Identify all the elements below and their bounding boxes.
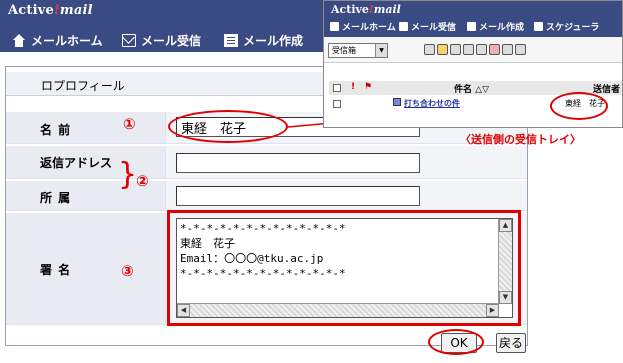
- message-subject[interactable]: 打ち合わせの件: [404, 98, 460, 109]
- folder-icon[interactable]: [437, 44, 448, 55]
- envelope-icon: [399, 22, 408, 31]
- column-subject-label: 件名: [454, 85, 473, 95]
- spam-icon[interactable]: [489, 44, 500, 55]
- trash-icon[interactable]: [515, 44, 526, 55]
- inset-nav-receive[interactable]: メール受信: [399, 20, 456, 33]
- inset-logo-mail: mail: [373, 3, 401, 16]
- column-sender[interactable]: 送信者: [593, 82, 620, 95]
- tray-caption: 〈送信側の受信トレイ〉: [460, 133, 581, 146]
- move-icon[interactable]: [424, 44, 435, 55]
- inset-header: Active!mail メールホーム メール受信 メール作成 スケジューラ: [324, 1, 622, 37]
- inset-nav-compose-label: メール作成: [479, 23, 525, 33]
- message-checkbox[interactable]: [333, 100, 341, 108]
- home-icon: [330, 22, 339, 31]
- inset-nav-scheduler-label: スケジューラ: [546, 23, 600, 33]
- block-icon[interactable]: [502, 44, 513, 55]
- select-all-checkbox[interactable]: [333, 84, 341, 92]
- column-subject[interactable]: 件名 △▽: [454, 82, 489, 95]
- folder-select-value: 受信箱: [332, 46, 356, 55]
- save-icon[interactable]: [476, 44, 487, 55]
- flag-icon: ⚑: [364, 82, 373, 92]
- compose-icon: [467, 22, 476, 31]
- copy-icon[interactable]: [450, 44, 461, 55]
- print-icon[interactable]: [463, 44, 474, 55]
- mail-icon: [393, 98, 401, 106]
- calendar-icon: [534, 22, 543, 31]
- sort-icon[interactable]: △▽: [475, 85, 489, 95]
- inset-logo-main: Active: [331, 3, 369, 16]
- annotation-oval-sender: [550, 92, 608, 120]
- inset-nav-scheduler[interactable]: スケジューラ: [534, 20, 599, 33]
- inset-toolbar: 受信箱 ▼: [324, 37, 622, 63]
- priority-icon: !: [351, 82, 356, 92]
- inset-nav-home-label: メールホーム: [342, 23, 396, 33]
- inset-nav-receive-label: メール受信: [411, 23, 457, 33]
- inset-logo: Active!mail: [331, 3, 401, 16]
- inset-nav-home[interactable]: メールホーム: [330, 20, 396, 33]
- chevron-down-icon: ▼: [375, 44, 387, 57]
- folder-select[interactable]: 受信箱 ▼: [328, 43, 388, 58]
- inset-nav-compose[interactable]: メール作成: [467, 20, 524, 33]
